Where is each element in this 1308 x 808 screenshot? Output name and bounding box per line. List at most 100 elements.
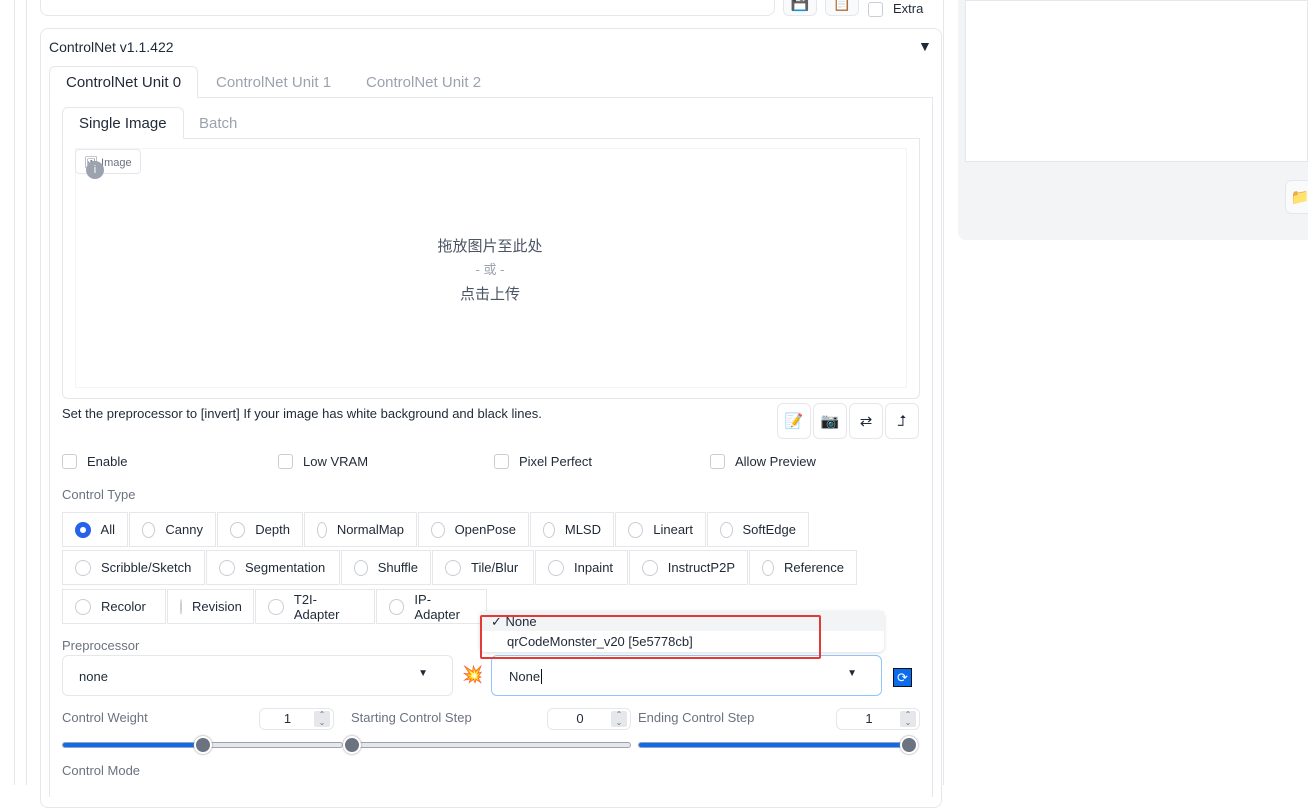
slider-thumb[interactable] [193, 736, 212, 754]
pixel-perfect-checkbox[interactable]: Pixel Perfect [494, 454, 592, 469]
model-select[interactable]: None ▼ [491, 655, 882, 696]
model-value: None [509, 669, 543, 684]
radio-circle-icon [230, 521, 246, 538]
run-preprocessor-icon[interactable]: 💥 [462, 665, 483, 685]
control-type-radio-instructp2p[interactable]: InstructP2P [629, 550, 748, 585]
radio-label: OpenPose [454, 522, 516, 537]
control-weight-input[interactable]: 1 ⌃ ⌄ [259, 708, 334, 730]
info-icon: i [86, 161, 104, 179]
control-type-radio-canny[interactable]: Canny [129, 512, 216, 547]
radio-circle-icon [75, 559, 91, 576]
top-input[interactable] [40, 0, 775, 16]
control-type-radio-scribble-sketch[interactable]: Scribble/Sketch [62, 550, 205, 585]
edit-icon[interactable]: 📝 [777, 403, 811, 439]
chevron-down-icon: ▼ [418, 668, 428, 679]
radio-label: Inpaint [574, 560, 614, 575]
radio-circle-icon [317, 521, 327, 538]
send-dimensions-icon[interactable]: ⮥ [885, 403, 919, 439]
control-type-radio-ip-adapter[interactable]: IP-Adapter [376, 589, 487, 624]
controlnet-title[interactable]: ControlNet v1.1.422 [49, 39, 174, 55]
ending-step-value: 1 [865, 711, 873, 726]
ending-step-input[interactable]: 1 ⌃ ⌄ [836, 708, 920, 730]
control-type-radio-reference[interactable]: Reference [749, 550, 857, 585]
control-type-radio-shuffle[interactable]: Shuffle [341, 550, 431, 585]
low-vram-checkbox[interactable]: Low VRAM [278, 454, 368, 469]
tab-batch[interactable]: Batch [183, 108, 253, 140]
control-type-radio-tile-blur[interactable]: Tile/Blur [432, 550, 534, 585]
ending-step-label: Ending Control Step [638, 710, 755, 725]
control-type-radio-depth[interactable]: Depth [217, 512, 303, 547]
tab-unit-1[interactable]: ControlNet Unit 1 [200, 67, 347, 99]
radio-label: NormalMap [336, 522, 404, 537]
drop-text-line: 拖放图片至此处 [437, 238, 543, 255]
control-type-radio-all[interactable]: All [62, 512, 128, 547]
radio-circle-icon [543, 521, 555, 538]
control-type-radio-lineart[interactable]: Lineart [615, 512, 706, 547]
radio-label: IP-Adapter [414, 591, 460, 622]
control-weight-value: 1 [283, 711, 292, 726]
tab-unit-2[interactable]: ControlNet Unit 2 [350, 67, 497, 99]
preprocessor-value: none [79, 669, 108, 684]
tab-single-image[interactable]: Single Image [62, 107, 184, 139]
control-type-radio-recolor[interactable]: Recolor [62, 589, 166, 624]
spinner-icon[interactable]: ⌃ ⌄ [611, 711, 627, 727]
control-type-radio-softedge[interactable]: SoftEdge [707, 512, 809, 547]
enable-checkbox[interactable]: Enable [62, 454, 127, 469]
apply-style-button[interactable]: 📋 [825, 0, 859, 16]
radio-label: MLSD [564, 522, 601, 537]
control-type-label: Control Type [62, 487, 136, 502]
control-type-radio-revision[interactable]: Revision [167, 589, 254, 624]
radio-label: Lineart [653, 522, 693, 537]
paste-style-button[interactable]: 💾 [783, 0, 817, 16]
drop-text-click: 点击上传 [459, 286, 520, 303]
radio-label: Segmentation [245, 560, 326, 575]
control-type-radio-openpose[interactable]: OpenPose [418, 512, 529, 547]
hint-text: Set the preprocessor to [invert] If your… [62, 406, 542, 421]
control-type-radio-mlsd[interactable]: MLSD [530, 512, 614, 547]
open-folder-button[interactable]: 📁 [1285, 180, 1308, 214]
radio-circle-icon [642, 559, 658, 576]
ending-step-slider[interactable] [638, 736, 918, 754]
radio-circle-icon [75, 521, 91, 538]
allow-preview-label: Allow Preview [735, 454, 816, 469]
camera-icon[interactable]: 📷 [813, 403, 847, 439]
starting-step-label: Starting Control Step [351, 710, 472, 725]
control-type-radio-inpaint[interactable]: Inpaint [535, 550, 628, 585]
pixel-perfect-label: Pixel Perfect [519, 454, 592, 469]
control-type-radio-segmentation[interactable]: Segmentation [206, 550, 340, 585]
tab-unit-0[interactable]: ControlNet Unit 0 [49, 66, 199, 98]
slider-thumb[interactable] [343, 736, 361, 754]
radio-label: Reference [784, 560, 844, 575]
enable-label: Enable [87, 454, 128, 469]
preprocessor-label: Preprocessor [62, 638, 140, 653]
starting-step-input[interactable]: 0 ⌃ ⌄ [547, 708, 631, 730]
extra-checkbox[interactable]: Extra [868, 1, 924, 17]
radio-label: Recolor [101, 599, 146, 614]
slider-thumb[interactable] [900, 736, 918, 754]
control-type-radio-t2i-adapter[interactable]: T2I-Adapter [255, 589, 375, 624]
preprocessor-select[interactable]: none ▼ [62, 655, 453, 696]
control-weight-slider[interactable] [62, 736, 343, 754]
control-weight-label: Control Weight [62, 710, 148, 725]
control-type-radio-normalmap[interactable]: NormalMap [304, 512, 417, 547]
collapse-triangle-icon[interactable]: ▼ [918, 38, 932, 54]
refresh-models-icon[interactable]: ⟳ [893, 668, 912, 687]
drop-text-or: - 或 - [475, 262, 505, 277]
spinner-icon[interactable]: ⌃ ⌄ [900, 711, 916, 727]
radio-label: Scribble/Sketch [101, 560, 192, 575]
low-vram-label: Low VRAM [303, 454, 369, 469]
radio-circle-icon [142, 521, 156, 538]
radio-label: All [100, 522, 115, 537]
radio-circle-icon [268, 598, 284, 615]
radio-circle-icon [180, 598, 182, 615]
chevron-down-icon: ▼ [847, 668, 857, 679]
allow-preview-checkbox[interactable]: Allow Preview [710, 454, 816, 469]
slider-fill [63, 743, 203, 747]
radio-label: Tile/Blur [471, 560, 519, 575]
radio-label: T2I-Adapter [293, 591, 340, 622]
radio-circle-icon [548, 559, 564, 576]
starting-step-slider[interactable] [343, 736, 631, 754]
spinner-icon[interactable]: ⌃ ⌄ [314, 711, 330, 727]
drop-text: 拖放图片至此处 - 或 - 点击上传 [390, 235, 590, 304]
swap-icon[interactable]: ⇄ [849, 403, 883, 439]
